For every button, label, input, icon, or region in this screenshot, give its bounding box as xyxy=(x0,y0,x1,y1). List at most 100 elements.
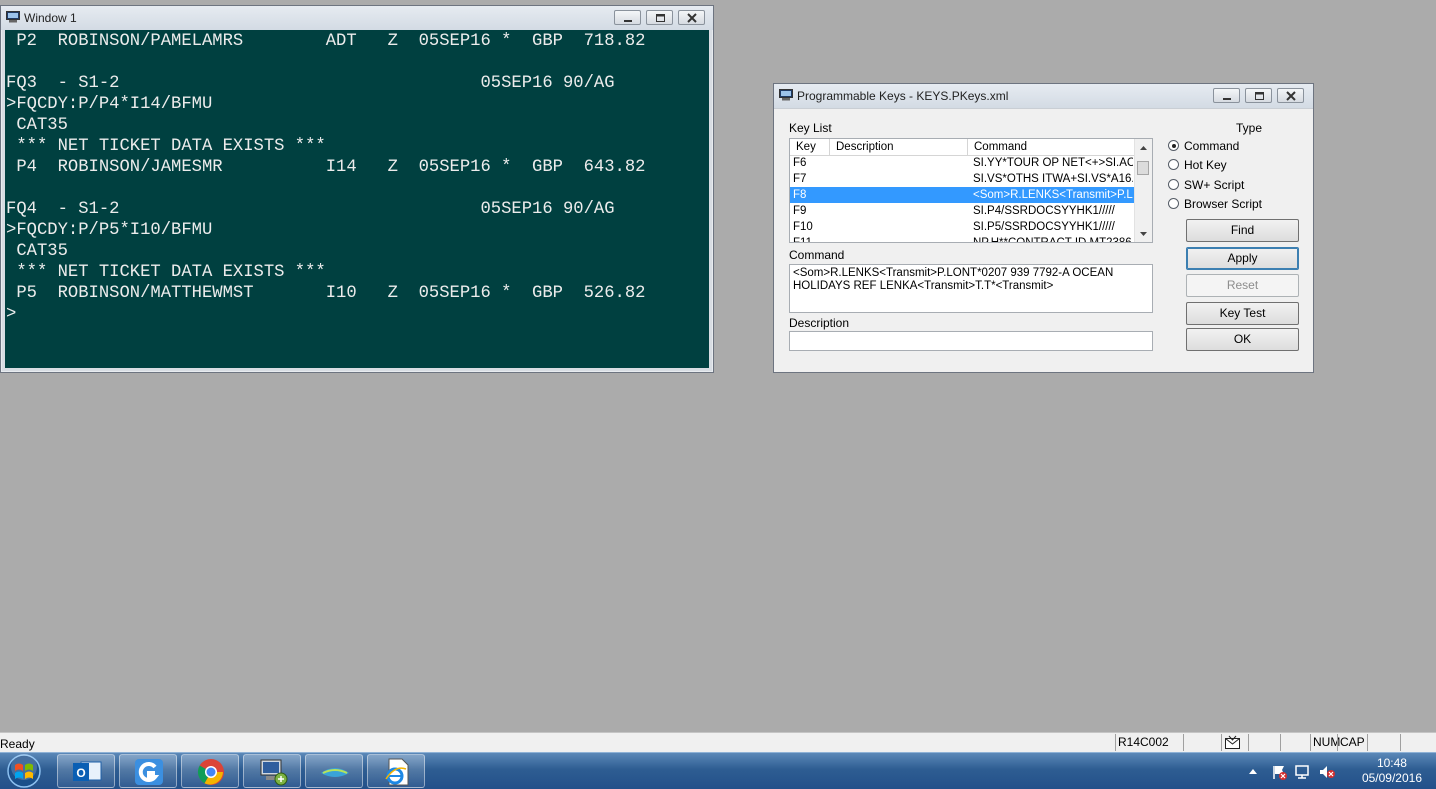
status-bar: Ready R14C002 NUM CAP xyxy=(0,732,1436,752)
type-radio-hot-key[interactable]: Hot Key xyxy=(1168,157,1288,173)
caps-lock-indicator: CAP xyxy=(1337,734,1367,751)
row-command: SI.VS*OTHS ITWA+SI.VS*A16... xyxy=(973,173,1133,185)
terminal-line: FQ4 - S1-2 05SEP16 90/AG xyxy=(6,200,615,219)
status-cell xyxy=(1280,734,1310,751)
column-header-command[interactable]: Command xyxy=(968,139,1137,155)
terminal-line: CAT35 xyxy=(6,242,68,261)
programmable-keys-dialog[interactable]: Programmable Keys - KEYS.PKeys.xml Key L… xyxy=(773,83,1314,373)
status-text: Ready xyxy=(0,737,35,751)
scrollbar-thumb[interactable] xyxy=(1137,161,1149,175)
key-list-row[interactable]: F11 NP.H**CONTRACT ID MT2386 xyxy=(790,235,1135,243)
radio-checked-icon xyxy=(1168,140,1179,151)
show-hidden-icons-icon[interactable] xyxy=(1248,767,1258,775)
key-list-header: Key Description Command xyxy=(790,139,1137,156)
taskbar-bridge-app[interactable] xyxy=(305,754,363,788)
pk-window-title: Programmable Keys - KEYS.PKeys.xml xyxy=(797,89,1009,103)
key-list-row[interactable]: F7 SI.VS*OTHS ITWA+SI.VS*A16... xyxy=(790,171,1135,187)
type-radio-command[interactable]: Command xyxy=(1168,138,1288,154)
column-header-key[interactable]: Key xyxy=(790,139,830,155)
ok-button[interactable]: OK xyxy=(1186,328,1299,351)
outlook-icon: O xyxy=(73,761,102,781)
terminal-window-icon xyxy=(6,11,20,23)
taskbar-clock[interactable]: 10:48 05/09/2016 xyxy=(1362,756,1422,786)
terminal-window-title: Window 1 xyxy=(24,11,77,25)
pk-maximize-button[interactable] xyxy=(1245,88,1272,103)
network-computer-icon xyxy=(260,759,288,786)
key-list-scrollbar[interactable] xyxy=(1134,139,1152,242)
start-button[interactable] xyxy=(3,754,45,788)
taskbar-ie-document[interactable] xyxy=(367,754,425,788)
terminal-titlebar[interactable]: Window 1 xyxy=(1,6,713,30)
apply-button[interactable]: Apply xyxy=(1186,247,1299,270)
key-list-row[interactable]: F9 SI.P4/SSRDOCSYYHK1///// xyxy=(790,203,1135,219)
action-center-flag-icon[interactable] xyxy=(1271,764,1287,780)
maximize-button[interactable] xyxy=(646,10,673,25)
row-key: F7 xyxy=(793,173,807,185)
pk-body: Key List Key Description Command F6 SI.Y… xyxy=(774,108,1313,372)
command-textarea[interactable]: <Som>R.LENKS<Transmit>P.LONT*0207 939 77… xyxy=(789,264,1153,313)
column-header-description[interactable]: Description xyxy=(830,139,968,155)
restore-icon xyxy=(656,14,665,22)
taskbar-g-app[interactable] xyxy=(119,754,177,788)
type-radio-browser-script[interactable]: Browser Script xyxy=(1168,196,1288,212)
row-command: SI.P4/SSRDOCSYYHK1///// xyxy=(973,205,1115,217)
close-button[interactable] xyxy=(678,10,705,25)
close-icon xyxy=(687,13,697,23)
pk-minimize-button[interactable] xyxy=(1213,88,1240,103)
terminal-line: CAT35 xyxy=(6,116,68,135)
key-list[interactable]: Key Description Command F6 SI.YY*TOUR OP… xyxy=(789,138,1153,243)
taskbar-outlook[interactable]: O xyxy=(57,754,115,788)
pk-window-icon xyxy=(779,89,793,101)
pk-close-button[interactable] xyxy=(1277,88,1304,103)
bridge-app-icon xyxy=(321,768,349,777)
minimize-button[interactable] xyxy=(614,10,641,25)
description-field[interactable] xyxy=(789,331,1153,351)
row-command: NP.H**CONTRACT ID MT2386 xyxy=(973,237,1132,243)
terminal-line: P4 ROBINSON/JAMESMR I14 Z 05SEP16 * GBP … xyxy=(6,158,646,177)
chrome-icon xyxy=(197,759,224,785)
status-cell xyxy=(1248,734,1280,751)
radio-unchecked-icon xyxy=(1168,159,1179,170)
g-app-icon xyxy=(135,759,163,785)
row-command: SI.YY*TOUR OP NET<+>SI.AC... xyxy=(973,157,1133,169)
status-cell xyxy=(1400,734,1436,751)
find-button[interactable]: Find xyxy=(1186,219,1299,242)
volume-muted-icon[interactable] xyxy=(1318,764,1336,780)
status-cell xyxy=(1183,734,1221,751)
taskbar-network[interactable] xyxy=(243,754,301,788)
svg-text:O: O xyxy=(76,766,85,780)
scroll-arrows-icon xyxy=(1140,146,1147,236)
taskbar: O 10:48 05/09/2016 xyxy=(0,752,1436,789)
terminal-line: FQ3 - S1-2 05SEP16 90/AG xyxy=(6,74,615,93)
clock-time: 10:48 xyxy=(1376,756,1407,770)
mail-icon xyxy=(1225,735,1240,749)
terminal-line: *** NET TICKET DATA EXISTS *** xyxy=(6,137,326,156)
terminal-window[interactable]: Window 1 P2 ROBINSON/PAMELAMRS ADT Z 05S… xyxy=(0,5,714,373)
key-list-row-selected[interactable]: F8 <Som>R.LENKS<Transmit>P.L... xyxy=(790,187,1135,203)
command-label: Command xyxy=(789,248,845,262)
reset-button[interactable]: Reset xyxy=(1186,274,1299,297)
terminal-screen[interactable]: P2 ROBINSON/PAMELAMRS ADT Z 05SEP16 * GB… xyxy=(5,30,709,368)
terminal-line: >FQCDY:P/P5*I10/BFMU xyxy=(6,221,213,240)
terminal-line: >FQCDY:P/P4*I14/BFMU xyxy=(6,95,213,114)
description-label: Description xyxy=(789,316,850,330)
key-list-row[interactable]: F10 SI.P5/SSRDOCSYYHK1///// xyxy=(790,219,1135,235)
radio-unchecked-icon xyxy=(1168,179,1179,190)
network-tray-icon[interactable] xyxy=(1294,764,1312,780)
num-lock-indicator: NUM xyxy=(1310,734,1340,751)
type-radio-sw-script[interactable]: SW+ Script xyxy=(1168,177,1288,193)
row-key: F6 xyxy=(793,157,807,169)
mail-status-cell[interactable] xyxy=(1221,734,1248,751)
minimize-icon xyxy=(1223,98,1231,100)
pk-titlebar[interactable]: Programmable Keys - KEYS.PKeys.xml xyxy=(774,84,1313,108)
radio-label: Command xyxy=(1184,139,1240,153)
radio-label: Hot Key xyxy=(1184,158,1227,172)
cursor-position: R14C002 xyxy=(1115,734,1183,751)
row-key: F11 xyxy=(793,237,812,243)
key-list-row[interactable]: F6 SI.YY*TOUR OP NET<+>SI.AC... xyxy=(790,155,1135,171)
key-test-button[interactable]: Key Test xyxy=(1186,302,1299,325)
terminal-prompt: > xyxy=(6,305,17,324)
close-icon xyxy=(1286,91,1296,101)
taskbar-chrome[interactable] xyxy=(181,754,239,788)
minimize-icon xyxy=(624,20,632,22)
